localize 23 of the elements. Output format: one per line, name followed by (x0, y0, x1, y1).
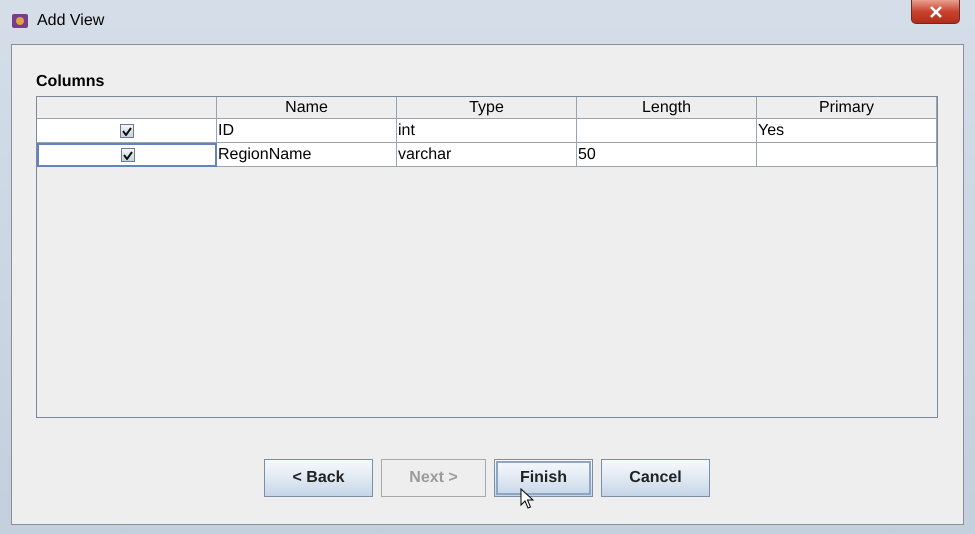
column-header[interactable]: Name (217, 97, 397, 119)
table-cell: varchar (397, 143, 577, 167)
section-title: Columns (36, 73, 106, 92)
column-header[interactable]: Type (397, 97, 577, 119)
dialog-button[interactable]: < Back (264, 459, 373, 497)
dialog-button[interactable]: Cancel (601, 459, 710, 497)
window-title: Add View (37, 11, 104, 31)
table-cell: int (397, 119, 577, 143)
checkbox[interactable] (120, 148, 134, 162)
table-cell[interactable] (37, 143, 217, 167)
close-button[interactable] (911, 0, 960, 24)
dialog-button[interactable]: Finish (494, 459, 593, 497)
column-header[interactable]: Primary (757, 97, 937, 119)
close-icon (928, 6, 942, 18)
column-header[interactable]: Length (577, 97, 757, 119)
table-cell: 50 (577, 143, 757, 167)
table-cell: ID (217, 119, 397, 143)
pointer-cursor-icon (520, 488, 534, 510)
app-icon (11, 12, 29, 30)
table-cell: Yes (757, 119, 937, 143)
table-cell: RegionName (217, 143, 397, 167)
table-cell[interactable] (37, 119, 217, 143)
checkbox[interactable] (120, 124, 134, 138)
